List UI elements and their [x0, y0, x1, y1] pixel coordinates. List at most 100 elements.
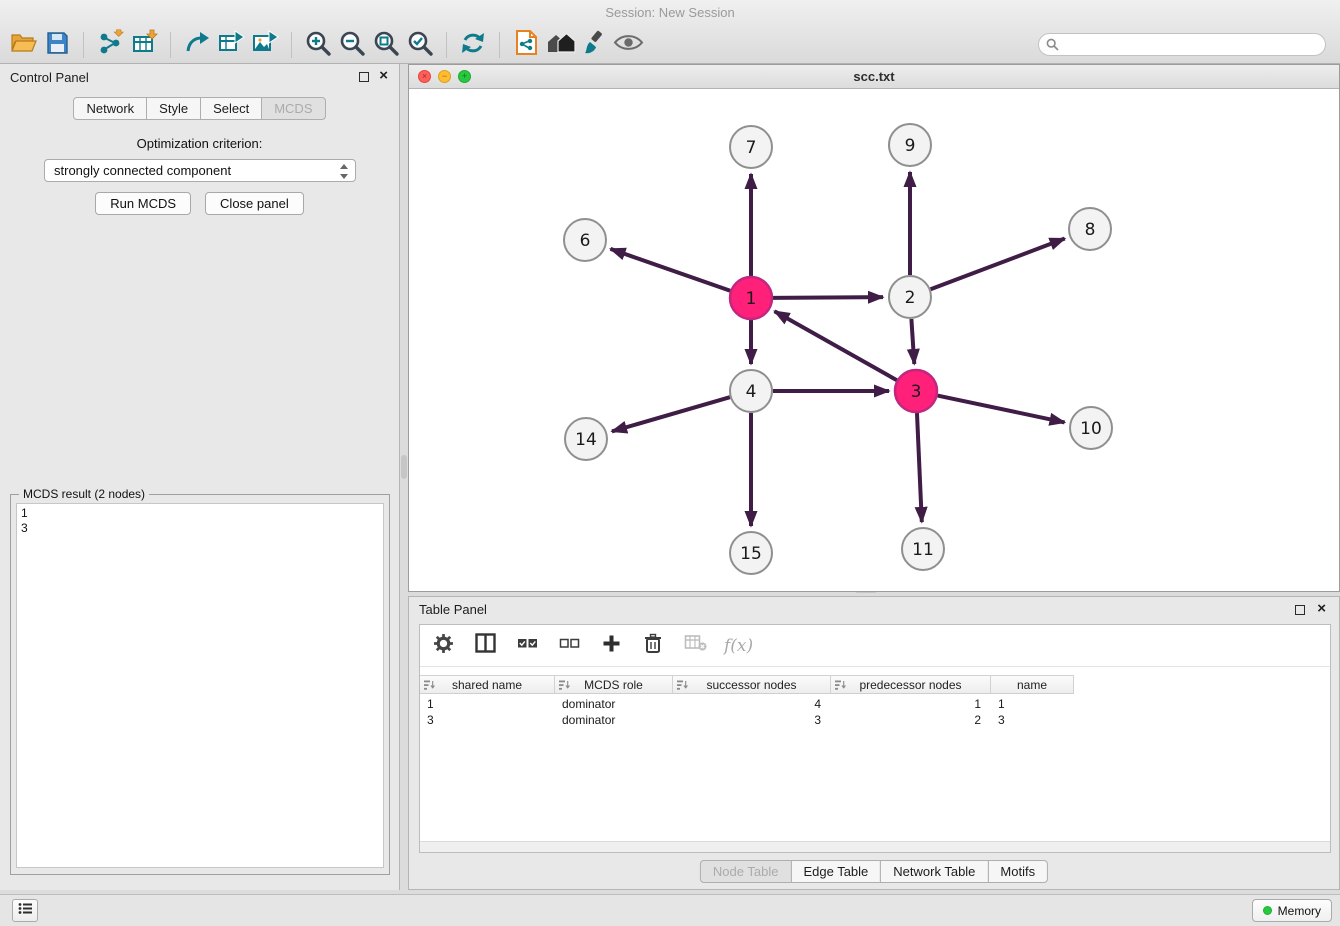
memory-button[interactable]: Memory [1252, 899, 1332, 922]
tab-node-table[interactable]: Node Table [700, 860, 792, 883]
graph-node-label: 9 [905, 136, 916, 156]
import-network-icon [97, 29, 124, 61]
table-row[interactable]: 3 dominator 3 2 3 [420, 712, 1074, 728]
cell-name[interactable]: 1 [991, 696, 1074, 712]
run-mcds-button[interactable]: Run MCDS [95, 192, 191, 215]
float-panel-icon[interactable] [1295, 605, 1305, 615]
toolbar-separator [83, 32, 84, 58]
column-header-successor-nodes[interactable]: successor nodes [673, 676, 831, 693]
close-window-button[interactable]: × [418, 70, 431, 83]
style-painter-button[interactable] [577, 28, 611, 62]
cell-successor-nodes[interactable]: 4 [673, 696, 831, 712]
zoom-selected-button[interactable] [403, 28, 437, 62]
column-header-mcds-role[interactable]: MCDS role [555, 676, 673, 693]
function-builder-button[interactable]: f(x) [724, 633, 753, 659]
cell-predecessor-nodes[interactable]: 1 [831, 696, 991, 712]
tab-network-table[interactable]: Network Table [880, 860, 988, 883]
column-header-predecessor-nodes[interactable]: predecessor nodes [831, 676, 991, 693]
delete-column-button[interactable] [640, 633, 666, 659]
network-canvas[interactable]: 7 9 6 8 1 2 4 3 14 10 15 11 [409, 89, 1339, 591]
task-history-button[interactable] [12, 899, 38, 922]
graph-edge-3-1[interactable] [775, 311, 897, 380]
status-bar: Memory [0, 894, 1340, 926]
graph-node-4[interactable]: 4 [730, 370, 772, 412]
table-panel-tabbar: Node Table Edge Table Network Table Moti… [700, 860, 1048, 883]
float-panel-icon[interactable] [359, 72, 369, 82]
graph-edge-2-8[interactable] [931, 239, 1065, 290]
zoom-selected-icon [406, 29, 434, 62]
deselect-all-rows-button[interactable] [556, 633, 582, 659]
table-row[interactable]: 1 dominator 4 1 1 [420, 696, 1074, 712]
graph-node-9[interactable]: 9 [889, 124, 931, 166]
criterion-select[interactable]: strongly connected component [44, 159, 356, 182]
cell-successor-nodes[interactable]: 3 [673, 712, 831, 728]
tab-network[interactable]: Network [73, 97, 147, 120]
tab-mcds[interactable]: MCDS [261, 97, 325, 120]
export-network-button[interactable] [180, 28, 214, 62]
cell-shared-name[interactable]: 1 [420, 696, 555, 712]
home-layout-button[interactable] [543, 28, 577, 62]
cell-predecessor-nodes[interactable]: 2 [831, 712, 991, 728]
close-panel-button[interactable]: Close panel [205, 192, 304, 215]
vertical-splitter-handle[interactable] [401, 455, 407, 479]
graph-node-15[interactable]: 15 [730, 532, 772, 574]
main-toolbar [6, 27, 645, 63]
zoom-in-button[interactable] [301, 28, 335, 62]
network-window-title: scc.txt [409, 65, 1339, 89]
graph-node-3[interactable]: 3 [895, 370, 937, 412]
toggle-columns-button[interactable] [472, 633, 498, 659]
tab-select[interactable]: Select [200, 97, 262, 120]
toolbar-separator [170, 32, 171, 58]
control-panel-tabbar: Network Style Select MCDS [0, 97, 399, 120]
export-table-button[interactable] [214, 28, 248, 62]
tab-edge-table[interactable]: Edge Table [790, 860, 881, 883]
cell-shared-name[interactable]: 3 [420, 712, 555, 728]
export-image-button[interactable] [248, 28, 282, 62]
cell-mcds-role[interactable]: dominator [555, 712, 673, 728]
table-scrollbar-track[interactable] [420, 841, 1330, 852]
save-session-button[interactable] [40, 28, 74, 62]
graph-edge-3-11[interactable] [917, 413, 922, 522]
graph-node-14[interactable]: 14 [565, 418, 607, 460]
graph-edge-4-14[interactable] [612, 397, 730, 431]
mcds-result-list[interactable]: 1 3 [16, 503, 384, 868]
delete-table-button[interactable] [682, 633, 708, 659]
close-panel-icon[interactable]: × [1317, 603, 1326, 615]
graph-node-label: 6 [580, 231, 591, 251]
graph-node-2[interactable]: 2 [889, 276, 931, 318]
column-header-shared-name[interactable]: shared name [420, 676, 555, 693]
graph-node-6[interactable]: 6 [564, 219, 606, 261]
graph-edge-3-10[interactable] [938, 396, 1065, 423]
apply-layout-button[interactable] [456, 28, 490, 62]
folder-open-icon [10, 31, 37, 60]
graph-node-8[interactable]: 8 [1069, 208, 1111, 250]
import-table-button[interactable] [127, 28, 161, 62]
open-session-button[interactable] [6, 28, 40, 62]
graph-node-10[interactable]: 10 [1070, 407, 1112, 449]
maximize-window-button[interactable]: + [458, 70, 471, 83]
cell-name[interactable]: 3 [991, 712, 1074, 728]
table-settings-button[interactable] [430, 633, 456, 659]
minimize-window-button[interactable]: − [438, 70, 451, 83]
cell-mcds-role[interactable]: dominator [555, 696, 673, 712]
select-all-rows-button[interactable] [514, 633, 540, 659]
tab-style[interactable]: Style [146, 97, 201, 120]
search-input[interactable] [1038, 33, 1326, 56]
tab-motifs[interactable]: Motifs [987, 860, 1048, 883]
zoom-fit-button[interactable] [369, 28, 403, 62]
window-title: Session: New Session [0, 0, 1340, 26]
add-column-button[interactable] [598, 633, 624, 659]
close-panel-icon[interactable]: × [379, 70, 388, 82]
table-panel: Table Panel × [408, 596, 1340, 890]
document-export-button[interactable] [509, 28, 543, 62]
graph-edge-1-6[interactable] [610, 249, 730, 291]
graph-edge-2-3[interactable] [911, 319, 914, 364]
import-network-button[interactable] [93, 28, 127, 62]
column-header-name[interactable]: name [991, 676, 1074, 693]
graph-node-1[interactable]: 1 [730, 277, 772, 319]
graph-edge-1-2[interactable] [773, 297, 883, 298]
show-graphics-details-button[interactable] [611, 28, 645, 62]
graph-node-11[interactable]: 11 [902, 528, 944, 570]
graph-node-7[interactable]: 7 [730, 126, 772, 168]
zoom-out-button[interactable] [335, 28, 369, 62]
